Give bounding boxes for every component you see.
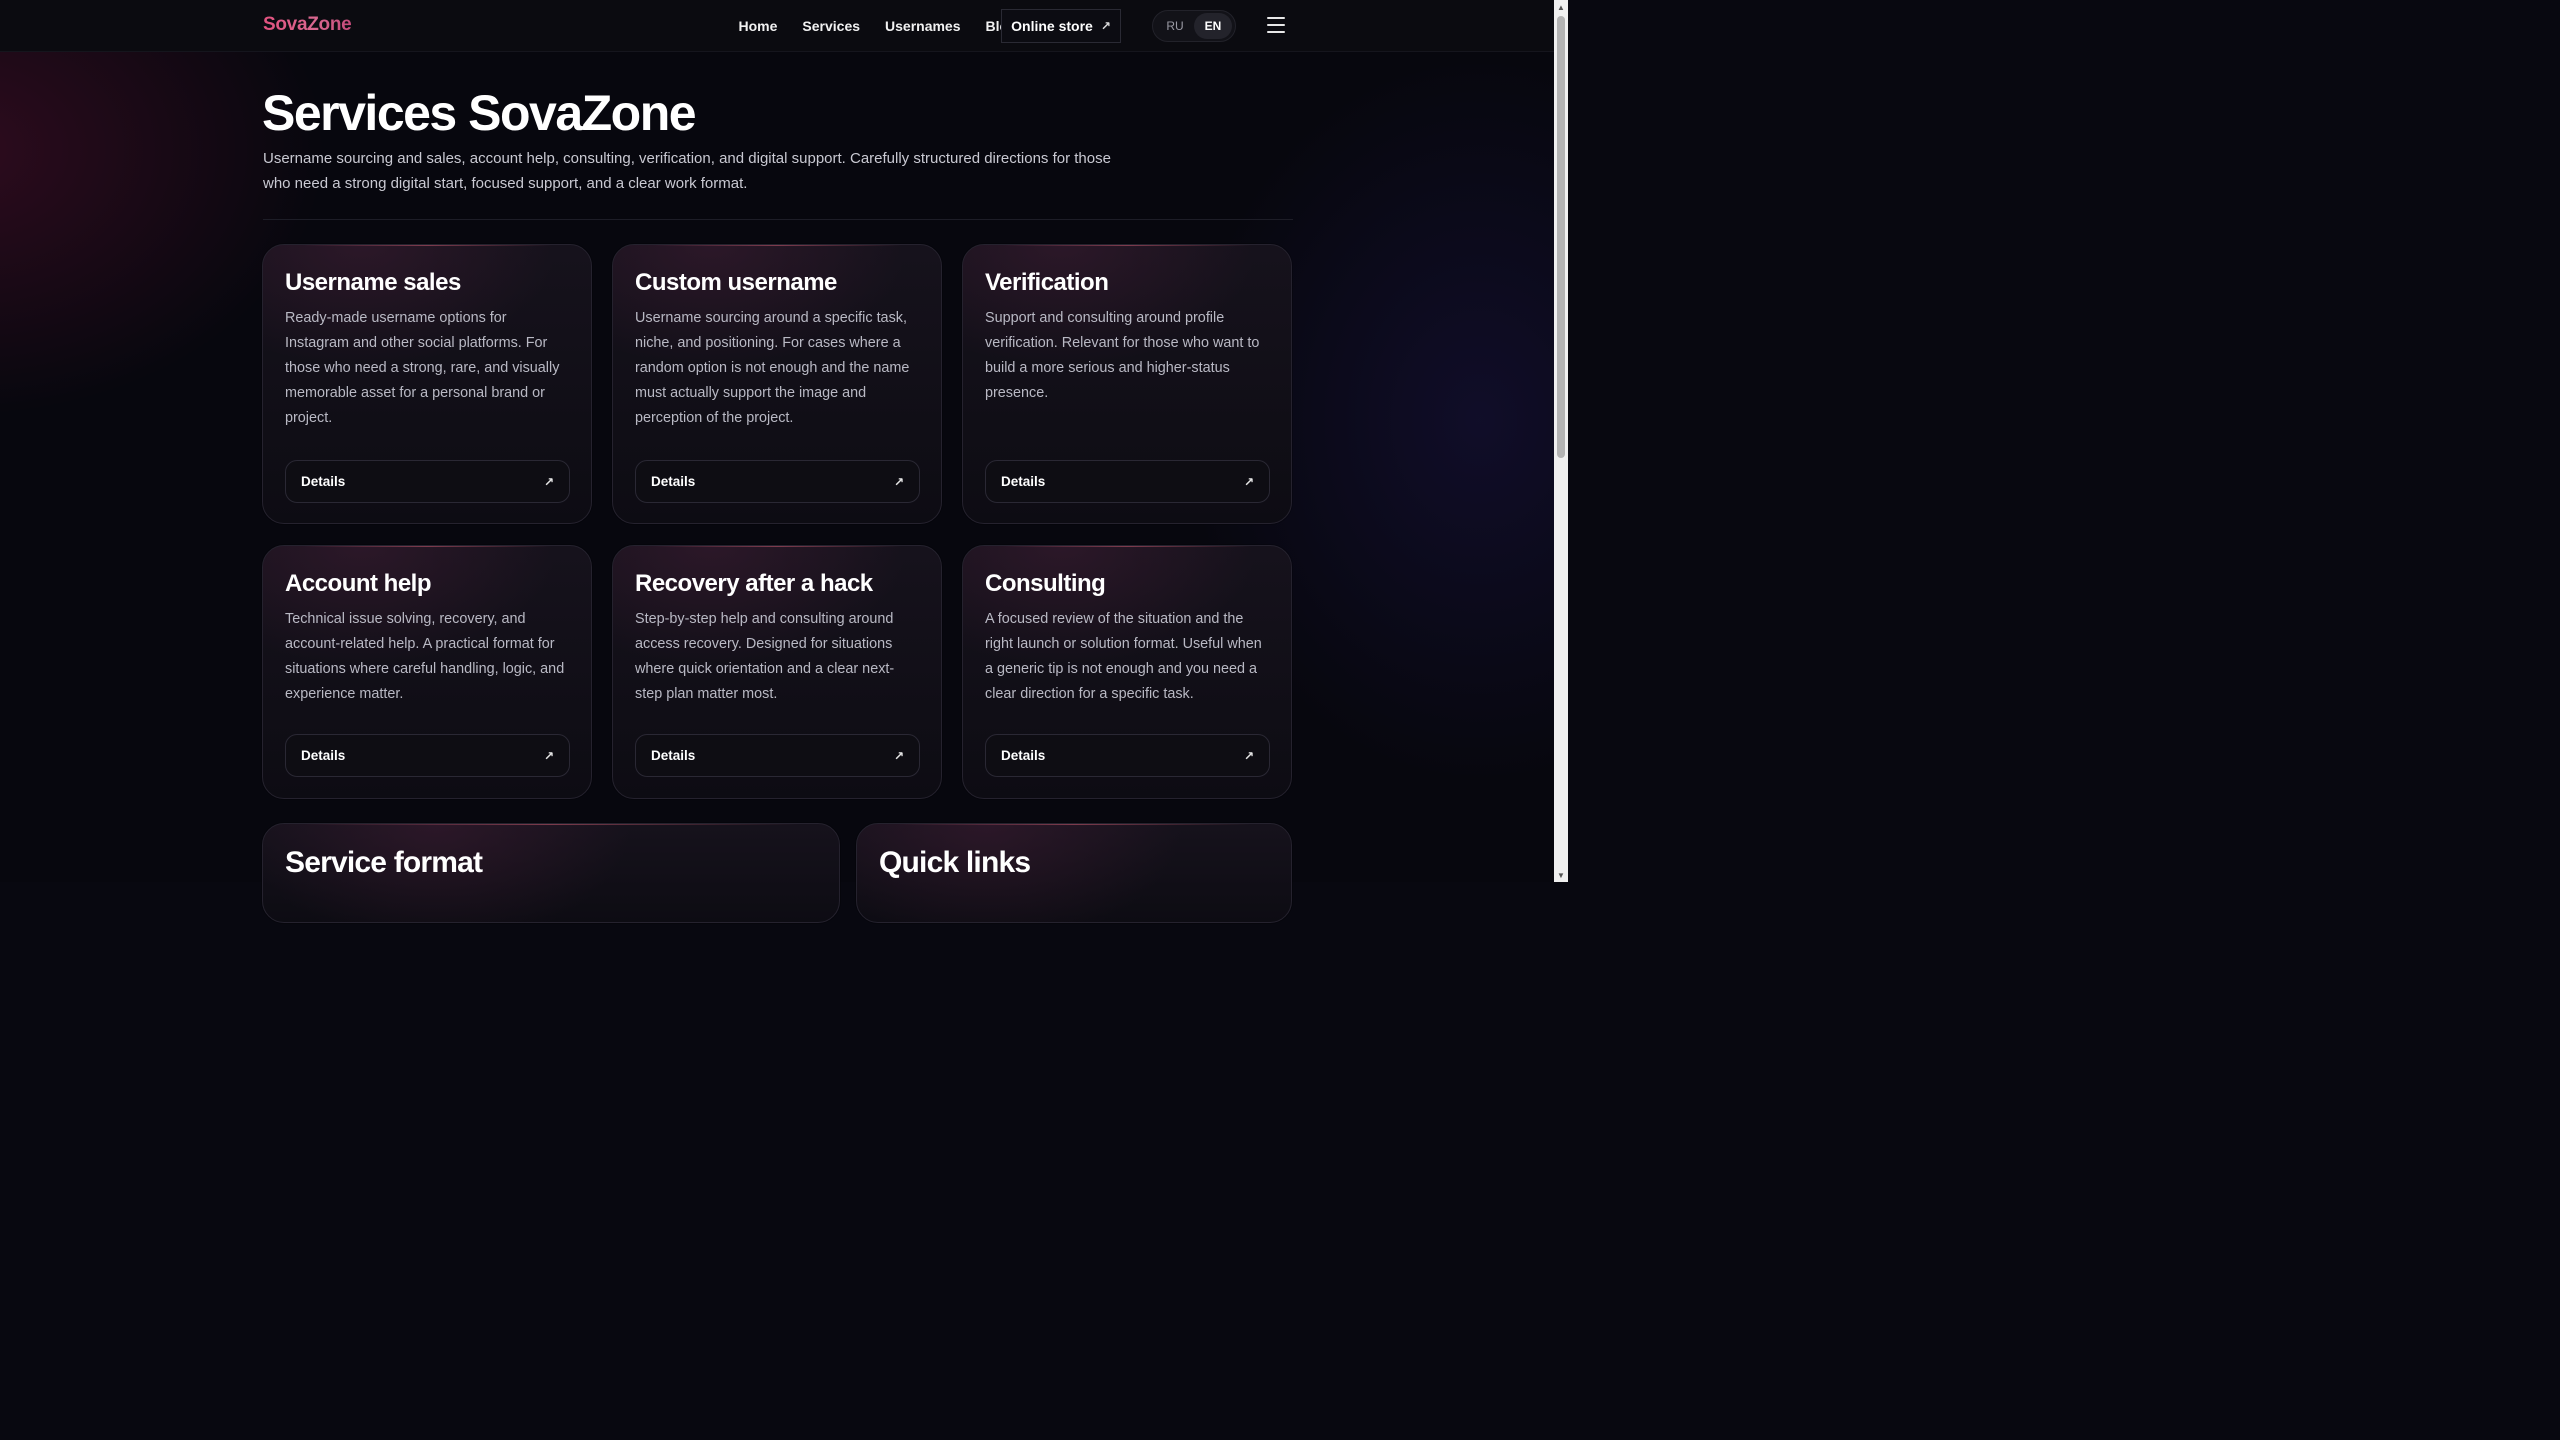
details-button[interactable]: Details ↗: [985, 460, 1270, 503]
language-switcher: RU EN: [1152, 10, 1236, 42]
page-description: Username sourcing and sales, account hel…: [263, 150, 1111, 192]
online-store-button[interactable]: Online store ↗: [1001, 9, 1121, 43]
section-title: Quick links: [879, 846, 1031, 879]
nav-usernames[interactable]: Usernames: [873, 0, 974, 52]
service-card-username-sales: Username sales Ready-made username optio…: [262, 244, 592, 524]
lang-ru-button[interactable]: RU: [1156, 13, 1194, 39]
arrow-up-right-icon: ↗: [1243, 474, 1254, 489]
card-text: Support and consulting around profile ve…: [985, 310, 1260, 401]
scrollbar-thumb[interactable]: [1557, 16, 1565, 458]
card-text: Username sourcing around a specific task…: [635, 310, 910, 426]
online-store-label: Online store: [1011, 18, 1093, 34]
details-label: Details: [301, 748, 346, 763]
details-label: Details: [301, 474, 346, 489]
details-label: Details: [1001, 474, 1046, 489]
card-title: Custom username: [635, 269, 837, 296]
arrow-up-right-icon: ↗: [1243, 748, 1254, 763]
arrow-up-right-icon: ↗: [1100, 19, 1111, 33]
quick-links-card: Quick links: [856, 823, 1292, 923]
card-title: Account help: [285, 570, 432, 597]
details-label: Details: [1001, 748, 1046, 763]
service-card-custom-username: Custom username Username sourcing around…: [612, 244, 942, 524]
lang-en-button[interactable]: EN: [1194, 13, 1232, 39]
card-text: A focused review of the situation and th…: [985, 611, 1262, 702]
service-format-card: Service format: [262, 823, 840, 923]
section-title: Service format: [285, 846, 483, 879]
service-card-recovery-after-hack: Recovery after a hack Step-by-step help …: [612, 545, 942, 799]
scroll-down-icon[interactable]: ▼: [1554, 868, 1568, 882]
details-button[interactable]: Details ↗: [635, 734, 920, 777]
main-nav: Home Services Usernames Blog: [726, 0, 1029, 52]
scrollbar[interactable]: ▲ ▼: [1554, 0, 1568, 882]
logo[interactable]: SovaZone: [263, 14, 352, 36]
site-header: SovaZone Home Services Usernames Blog On…: [0, 0, 1554, 52]
card-text: Ready-made username options for Instagra…: [285, 310, 560, 426]
arrow-up-right-icon: ↗: [543, 474, 554, 489]
card-title: Verification: [985, 269, 1109, 296]
card-text: Step-by-step help and consulting around …: [635, 611, 895, 702]
scroll-up-icon[interactable]: ▲: [1554, 0, 1568, 14]
divider: [263, 219, 1293, 220]
service-card-consulting: Consulting A focused review of the situa…: [962, 545, 1292, 799]
card-title: Username sales: [285, 269, 461, 296]
arrow-up-right-icon: ↗: [893, 748, 904, 763]
details-button[interactable]: Details ↗: [635, 460, 920, 503]
hamburger-menu-icon[interactable]: [1267, 17, 1285, 33]
arrow-up-right-icon: ↗: [543, 748, 554, 763]
nav-home[interactable]: Home: [726, 0, 790, 52]
details-button[interactable]: Details ↗: [285, 460, 570, 503]
card-title: Consulting: [985, 570, 1106, 597]
details-button[interactable]: Details ↗: [985, 734, 1270, 777]
nav-services[interactable]: Services: [790, 0, 873, 52]
service-card-verification: Verification Support and consulting arou…: [962, 244, 1292, 524]
card-title: Recovery after a hack: [635, 570, 873, 597]
arrow-up-right-icon: ↗: [893, 474, 904, 489]
details-label: Details: [651, 474, 696, 489]
service-card-account-help: Account help Technical issue solving, re…: [262, 545, 592, 799]
card-text: Technical issue solving, recovery, and a…: [285, 611, 565, 702]
details-button[interactable]: Details ↗: [285, 734, 570, 777]
page-title: Services SovaZone: [262, 85, 697, 141]
details-label: Details: [651, 748, 696, 763]
